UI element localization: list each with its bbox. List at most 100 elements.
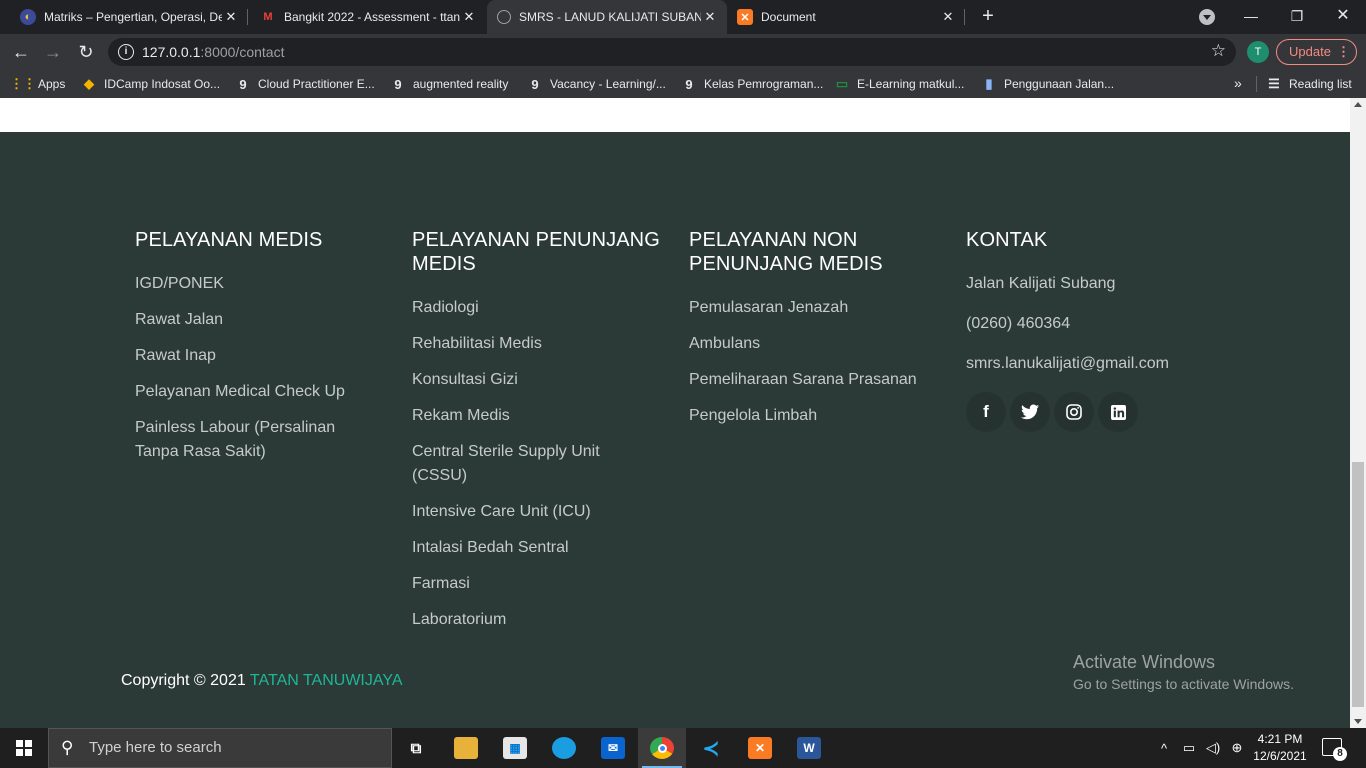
footer-link[interactable]: Rawat Jalan	[135, 308, 385, 332]
footer-link[interactable]: Farmasi	[412, 572, 662, 596]
twitter-icon[interactable]	[1010, 392, 1050, 432]
linkedin-icon[interactable]	[1098, 392, 1138, 432]
xampp-icon: ✕	[737, 9, 753, 25]
tab-smrs[interactable]: SMRS - LANUD KALIJATI SUBANG ✕	[487, 0, 727, 34]
word-icon[interactable]: W	[785, 728, 833, 768]
footer-link[interactable]: Pemeliharaan Sarana Prasanan	[689, 368, 939, 392]
footer-link[interactable]: Laboratorium	[412, 608, 662, 632]
footer-link[interactable]: Rehabilitasi Medis	[412, 332, 662, 356]
page-scrollbar[interactable]	[1350, 98, 1366, 728]
footer-link[interactable]: Pelayanan Medical Check Up	[135, 380, 385, 404]
document-icon: ▮	[985, 76, 993, 91]
contact-email: smrs.lanukalijati@gmail.com	[966, 355, 1169, 372]
close-icon[interactable]: ✕	[701, 9, 719, 25]
footer-link[interactable]: Pengelola Limbah	[689, 404, 939, 428]
bookmark-vacancy[interactable]: 9 Vacancy - Learning/...	[528, 70, 665, 98]
footer-link[interactable]: Pemulasaran Jenazah	[689, 296, 939, 320]
footer-link[interactable]: Painless Labour (Persalinan Tanpa Rasa S…	[135, 416, 355, 464]
file-explorer-icon[interactable]	[442, 728, 490, 768]
address-bar[interactable]: i 127.0.0.1:8000/contact ☆	[108, 38, 1236, 66]
mail-icon[interactable]: ✉	[589, 728, 637, 768]
show-hidden-icons-icon[interactable]: ^	[1154, 728, 1174, 768]
reading-list-button[interactable]: ☰ Reading list	[1267, 70, 1352, 98]
scrollbar-thumb[interactable]	[1352, 462, 1364, 707]
bookmark-star-icon[interactable]: ☆	[1211, 41, 1226, 61]
microsoft-store-icon[interactable]: ▦	[491, 728, 539, 768]
xampp-taskbar-icon[interactable]: ✕	[736, 728, 784, 768]
tab-bangkit[interactable]: M Bangkit 2022 - Assessment - ttan ✕	[248, 0, 486, 34]
battery-icon[interactable]: ▭	[1178, 728, 1200, 768]
close-icon[interactable]: ✕	[460, 9, 478, 25]
bookmark-label: IDCamp Indosat Oo...	[104, 77, 221, 91]
edge-icon[interactable]	[540, 728, 588, 768]
browser-toolbar: ← → ↻ i 127.0.0.1:8000/contact ☆ T Updat…	[0, 34, 1366, 70]
update-label: Update	[1289, 44, 1331, 59]
bookmark-label: E-Learning matkul...	[857, 77, 965, 91]
footer-link[interactable]: Ambulans	[689, 332, 939, 356]
watermark-title: Activate Windows	[1073, 652, 1216, 672]
bookmark-penggunaan[interactable]: ▮ Penggunaan Jalan...	[982, 70, 1114, 98]
instagram-icon[interactable]	[1054, 392, 1094, 432]
dicoding-icon: 9	[685, 76, 693, 92]
footer-link[interactable]: Intensive Care Unit (ICU)	[412, 500, 662, 524]
new-tab-button[interactable]: +	[976, 4, 1000, 28]
reload-button[interactable]: ↻	[73, 39, 99, 65]
taskbar-search-input[interactable]: ⚲ Type here to search	[48, 728, 392, 768]
chrome-icon[interactable]	[638, 728, 686, 768]
tab-title: Matriks – Pengertian, Operasi, De	[44, 10, 222, 24]
footer-link[interactable]: Rekam Medis	[412, 404, 662, 428]
classroom-icon: ▭	[835, 76, 849, 91]
column-heading: PELAYANAN PENUNJANG MEDIS	[412, 229, 660, 275]
footer-link[interactable]: Intalasi Bedah Sentral	[412, 536, 662, 560]
facebook-icon[interactable]: f	[966, 392, 1006, 432]
footer-column-penunjang: PELAYANAN PENUNJANG MEDIS Radiologi Reha…	[412, 228, 662, 644]
copyright-text: Copyright © 2021 TATAN TANUWIJAYA	[121, 672, 403, 690]
scroll-up-arrow-icon[interactable]	[1354, 102, 1362, 107]
bookmark-label: Apps	[38, 77, 66, 91]
vscode-icon[interactable]: ≺	[687, 728, 735, 768]
system-clock[interactable]: 4:21 PM 12/6/2021	[1252, 731, 1308, 765]
tab-search-icon[interactable]	[1199, 9, 1215, 25]
close-icon[interactable]: ✕	[222, 9, 240, 25]
page-content-bottom	[0, 98, 1350, 132]
bookmark-idcamp[interactable]: ◆ IDCamp Indosat Oo...	[82, 70, 220, 98]
windows-logo-icon	[16, 740, 32, 756]
activate-windows-watermark: Activate Windows Go to Settings to activ…	[1073, 651, 1294, 695]
close-icon[interactable]: ✕	[939, 9, 957, 25]
bookmark-label: Penggunaan Jalan...	[1004, 77, 1115, 91]
minimize-button[interactable]: —	[1228, 0, 1274, 34]
profile-avatar[interactable]: T	[1247, 41, 1269, 63]
bookmark-augmented-reality[interactable]: 9 augmented reality	[391, 70, 508, 98]
more-bookmarks-icon[interactable]: »	[1234, 75, 1242, 91]
apps-grid-icon: ⋮⋮	[10, 76, 36, 91]
footer-link[interactable]: Konsultasi Gizi	[412, 368, 662, 392]
restore-button[interactable]: ❐	[1274, 0, 1320, 34]
start-button[interactable]	[0, 728, 48, 768]
url-host: 127.0.0.1	[142, 44, 201, 60]
quiz-favicon-icon: ◐	[20, 9, 36, 25]
close-window-button[interactable]: ✕	[1320, 0, 1366, 34]
footer-link[interactable]: IGD/PONEK	[135, 272, 385, 296]
network-globe-icon[interactable]: ⊕	[1226, 728, 1248, 768]
bookmark-elearning[interactable]: ▭ E-Learning matkul...	[835, 70, 965, 98]
footer-link[interactable]: Central Sterile Supply Unit (CSSU)	[412, 440, 632, 488]
back-button[interactable]: ←	[8, 39, 34, 65]
bookmark-apps[interactable]: ⋮⋮ Apps	[10, 70, 66, 98]
bookmark-cloud-practitioner[interactable]: 9 Cloud Practitioner E...	[236, 70, 374, 98]
site-info-icon[interactable]: i	[118, 44, 134, 60]
volume-icon[interactable]: ◁)	[1202, 728, 1224, 768]
footer-link[interactable]: Radiologi	[412, 296, 662, 320]
forward-button[interactable]: →	[40, 39, 66, 65]
tab-document[interactable]: ✕ Document ✕	[727, 0, 965, 34]
gmail-icon: M	[263, 11, 273, 23]
scroll-down-arrow-icon[interactable]	[1354, 719, 1362, 724]
menu-dots-icon: ⋮	[1337, 44, 1350, 59]
bookmark-label: augmented reality	[413, 77, 509, 91]
bookmark-kelas[interactable]: 9 Kelas Pemrograman...	[682, 70, 823, 98]
tab-matriks[interactable]: ◐ Matriks – Pengertian, Operasi, De ✕	[0, 0, 248, 34]
task-view-icon[interactable]: ⧉	[392, 728, 440, 768]
footer-link[interactable]: Rawat Inap	[135, 344, 385, 368]
update-button[interactable]: Update ⋮	[1276, 39, 1357, 65]
contact-phone: (0260) 460364	[966, 315, 1071, 332]
copyright-brand-link[interactable]: TATAN TANUWIJAYA	[250, 672, 403, 689]
